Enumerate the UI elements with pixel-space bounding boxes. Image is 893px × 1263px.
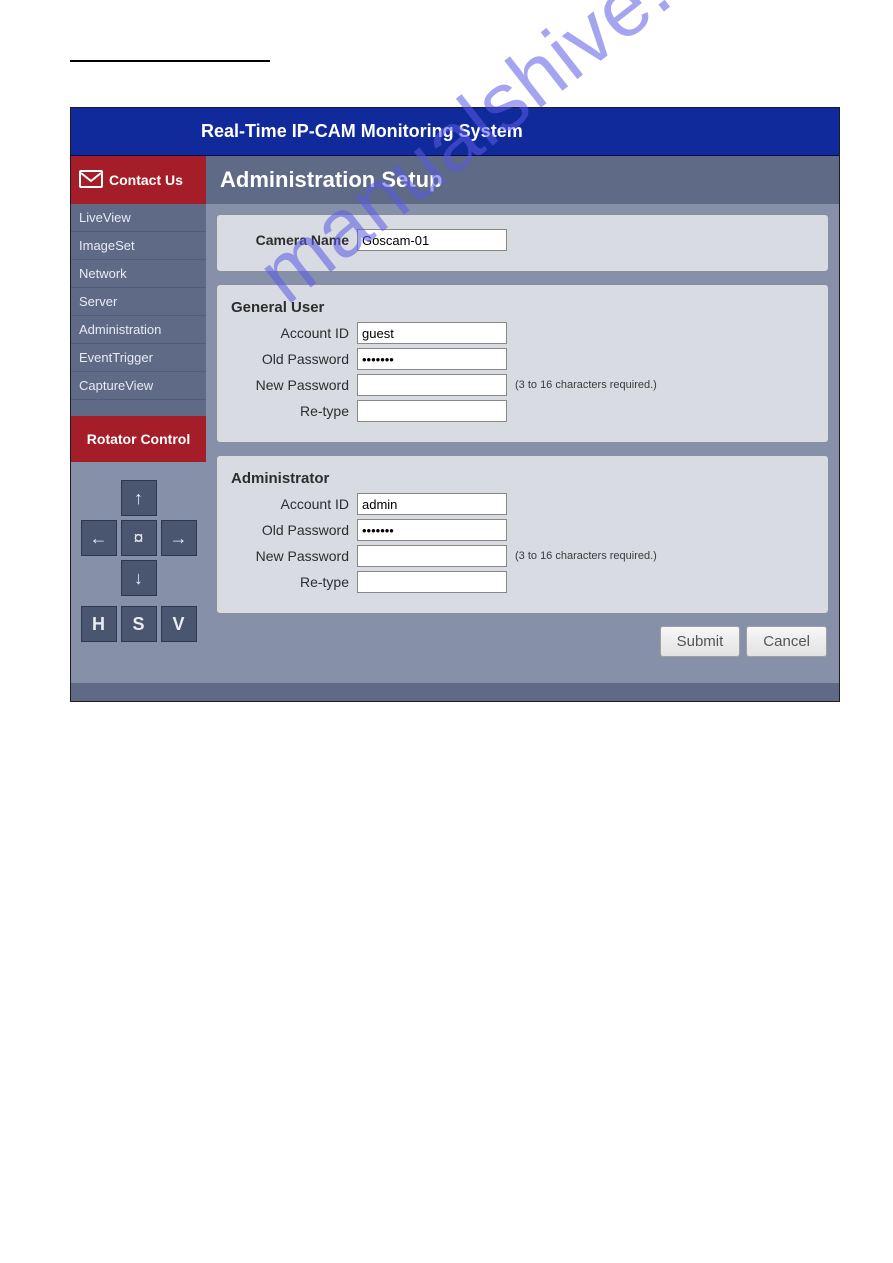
rotator-header: Rotator Control [71, 416, 206, 462]
cancel-button[interactable]: Cancel [746, 626, 827, 657]
envelope-icon [79, 170, 103, 191]
gu-account-id-input[interactable] [357, 322, 507, 344]
section-underline [70, 60, 270, 62]
nav-captureview[interactable]: CaptureView [71, 372, 206, 400]
app-title: Real-Time IP-CAM Monitoring System [201, 121, 523, 142]
submit-button[interactable]: Submit [660, 626, 741, 657]
admin-retype-input[interactable] [357, 571, 507, 593]
rotator-right-button[interactable]: → [161, 520, 197, 556]
gu-old-pw-label: Old Password [231, 351, 357, 367]
page-title-bar: Administration Setup [206, 156, 839, 204]
dpad-empty [161, 560, 197, 596]
dpad-empty [81, 480, 117, 516]
admin-account-id-label: Account ID [231, 496, 357, 512]
arrow-down-icon: ↓ [134, 568, 143, 589]
app-frame: Real-Time IP-CAM Monitoring System Conta… [70, 107, 840, 702]
admin-new-pw-hint: (3 to 16 characters required.) [515, 550, 657, 562]
camera-name-input[interactable] [357, 229, 507, 251]
gu-account-id-label: Account ID [231, 325, 357, 341]
rotator-v-button[interactable]: V [161, 606, 197, 642]
admin-account-id-input[interactable] [357, 493, 507, 515]
arrow-right-icon: → [170, 528, 188, 549]
nav-network[interactable]: Network [71, 260, 206, 288]
rotator-h-button[interactable]: H [81, 606, 117, 642]
arrow-up-icon: ↑ [134, 488, 143, 509]
nav-list: LiveView ImageSet Network Server Adminis… [71, 204, 206, 416]
dpad-empty [161, 480, 197, 516]
gu-retype-label: Re-type [231, 403, 357, 419]
general-user-panel: General User Account ID Old Password New… [216, 284, 829, 443]
rotator-hsv-row: H S V [81, 606, 197, 642]
administrator-panel: Administrator Account ID Old Password Ne… [216, 455, 829, 614]
nav-server[interactable]: Server [71, 288, 206, 316]
dpad-empty [81, 560, 117, 596]
rotator-left-button[interactable]: ← [81, 520, 117, 556]
rotator-up-button[interactable]: ↑ [121, 480, 157, 516]
admin-old-pw-label: Old Password [231, 522, 357, 538]
action-row: Submit Cancel [216, 626, 829, 657]
rotator-down-button[interactable]: ↓ [121, 560, 157, 596]
nav-liveview[interactable]: LiveView [71, 204, 206, 232]
main-column: Administration Setup Camera Name General… [206, 156, 839, 683]
camera-name-label: Camera Name [231, 232, 357, 248]
page-title: Administration Setup [220, 167, 442, 193]
gu-new-pw-label: New Password [231, 377, 357, 393]
nav-eventtrigger[interactable]: EventTrigger [71, 344, 206, 372]
target-icon: ¤ [133, 528, 143, 549]
admin-new-pw-input[interactable] [357, 545, 507, 567]
footer-strip [71, 683, 839, 701]
app-header: Real-Time IP-CAM Monitoring System [71, 108, 839, 156]
gu-retype-input[interactable] [357, 400, 507, 422]
administrator-title: Administrator [231, 470, 814, 487]
gu-new-pw-hint: (3 to 16 characters required.) [515, 379, 657, 391]
contact-us-label: Contact Us [109, 172, 183, 188]
rotator-dpad: ↑ ← ¤ → ↓ [81, 480, 197, 596]
content-area: Camera Name General User Account ID Old … [206, 204, 839, 683]
admin-retype-label: Re-type [231, 574, 357, 590]
rotator-panel: ↑ ← ¤ → ↓ [71, 462, 206, 683]
sidebar: Contact Us LiveView ImageSet Network Ser… [71, 156, 206, 683]
contact-us-button[interactable]: Contact Us [71, 156, 206, 204]
general-user-title: General User [231, 299, 814, 316]
camera-name-panel: Camera Name [216, 214, 829, 272]
nav-spacer [71, 400, 206, 416]
admin-new-pw-label: New Password [231, 548, 357, 564]
rotator-center-button[interactable]: ¤ [121, 520, 157, 556]
gu-old-pw-input[interactable] [357, 348, 507, 370]
nav-imageset[interactable]: ImageSet [71, 232, 206, 260]
rotator-title: Rotator Control [87, 431, 190, 447]
nav-administration[interactable]: Administration [71, 316, 206, 344]
gu-new-pw-input[interactable] [357, 374, 507, 396]
rotator-s-button[interactable]: S [121, 606, 157, 642]
admin-old-pw-input[interactable] [357, 519, 507, 541]
arrow-left-icon: ← [90, 528, 108, 549]
